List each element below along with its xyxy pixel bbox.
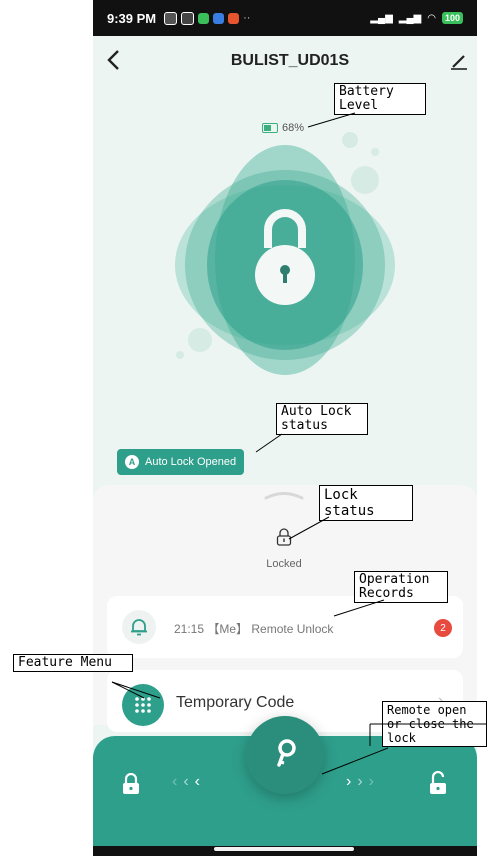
- drag-handle[interactable]: [264, 490, 304, 500]
- notification-icon: [228, 12, 240, 24]
- status-time: 9:39 PM: [107, 10, 157, 26]
- home-indicator[interactable]: [214, 847, 354, 851]
- back-button[interactable]: [104, 48, 128, 76]
- notification-icon: [198, 12, 210, 24]
- auto-lock-icon: A: [125, 455, 139, 469]
- lock-graphic: [175, 132, 395, 375]
- remote-unlock-key-button[interactable]: [246, 716, 324, 794]
- callout-pointer: [307, 112, 356, 128]
- bell-icon: [131, 619, 147, 636]
- notification-icon: [164, 11, 178, 25]
- callout-pointer: [333, 599, 385, 617]
- notification-icon: [213, 12, 225, 24]
- temporary-code-label: Temporary Code: [176, 694, 295, 711]
- auto-lock-status-button[interactable]: A Auto Lock Opened: [117, 449, 245, 475]
- wifi-icon: ◠: [427, 12, 436, 24]
- pencil-icon: [451, 55, 467, 70]
- lock-closed-icon[interactable]: [121, 773, 141, 795]
- slide-left-arrows-icon: ‹‹‹: [172, 773, 206, 790]
- latest-record-text: 21:15 【Me】 Remote Unlock: [174, 622, 334, 636]
- signal-icon: ▂▄▆: [398, 12, 422, 24]
- key-icon: [277, 739, 296, 767]
- lock-status-label: Locked: [266, 558, 302, 570]
- more-notifications-icon: ··: [243, 12, 251, 24]
- callout-pointer: [111, 681, 161, 699]
- signal-icon: ▂▄▆: [370, 12, 393, 24]
- unread-count-badge: 2: [434, 619, 452, 637]
- edit-button[interactable]: [448, 50, 470, 72]
- battery-status-icon: 100: [441, 12, 463, 24]
- callout-feature-menu: Feature Menu: [13, 654, 133, 672]
- callout-pointer: [288, 516, 330, 540]
- status-bar: 9:39 PM ·· ▂▄▆ ▂▄▆ ◠ 100: [93, 0, 477, 36]
- status-app-icons: ··: [164, 11, 251, 25]
- bell-icon-wrap: [122, 610, 156, 644]
- auto-lock-label: Auto Lock Opened: [145, 456, 237, 468]
- notification-icon: [181, 11, 195, 25]
- callout-auto-lock-status: Auto Lock status: [276, 403, 368, 435]
- status-right: ▂▄▆ ▂▄▆ ◠ 100: [370, 12, 463, 24]
- callout-pointer: [255, 433, 283, 453]
- callout-pointer: [321, 723, 486, 775]
- page-title: BULIST_UD01S: [230, 52, 350, 69]
- chevron-left-icon: [107, 50, 119, 70]
